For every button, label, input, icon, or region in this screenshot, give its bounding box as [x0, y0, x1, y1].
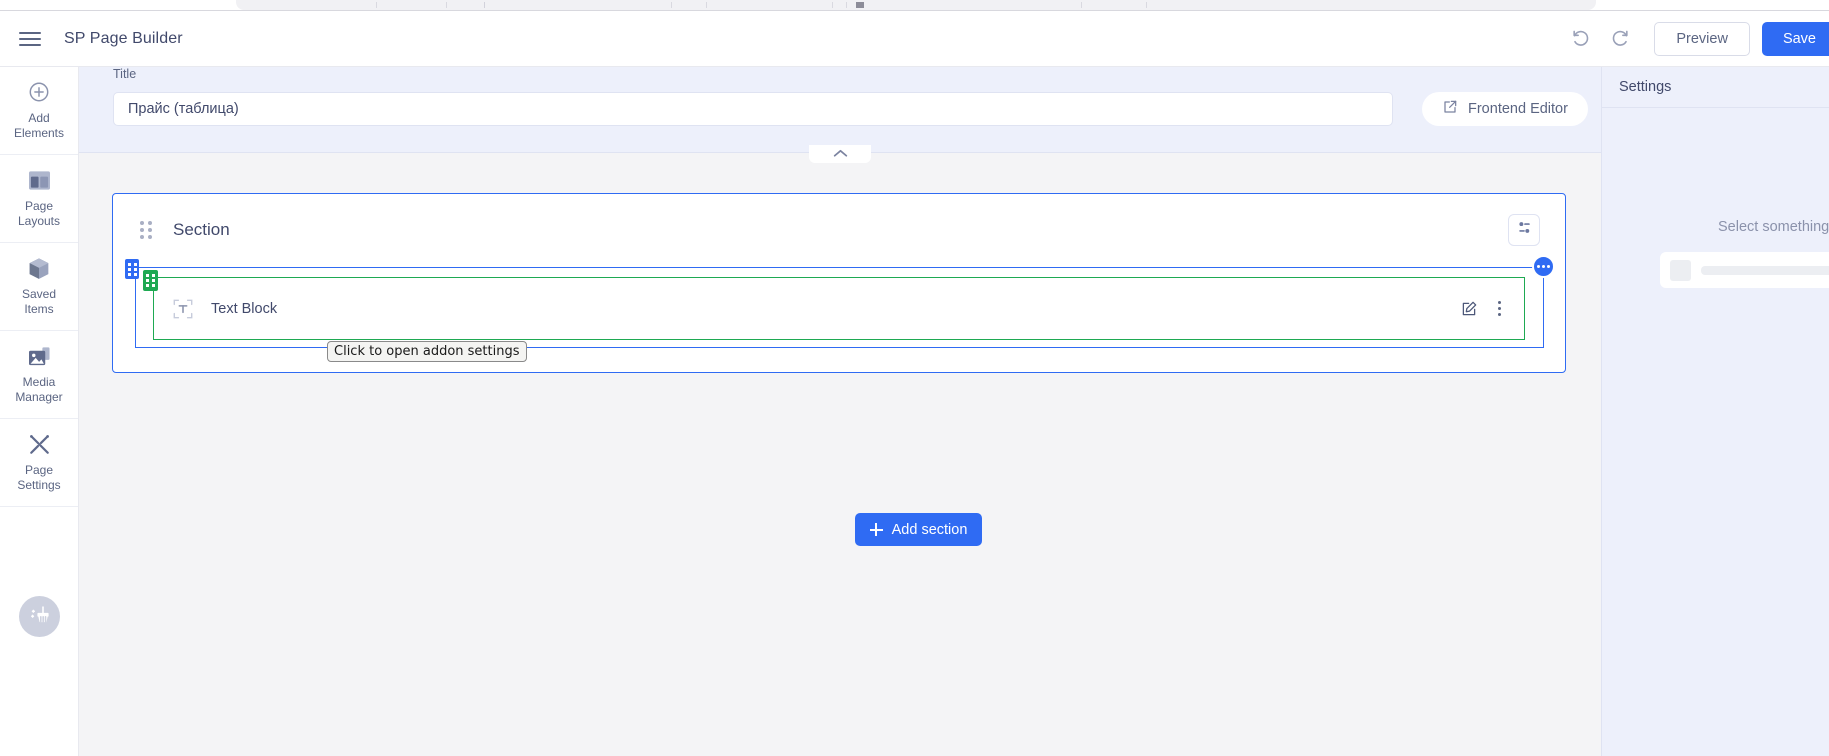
label-line-1: Add — [28, 111, 50, 125]
addon-actions — [1456, 296, 1524, 322]
layout-icon — [28, 168, 51, 192]
label-line-1: Saved — [21, 287, 57, 301]
sliders-icon — [1516, 219, 1533, 241]
undo-icon[interactable] — [1560, 19, 1600, 59]
section-title: Section — [173, 220, 230, 239]
app-title: SP Page Builder — [64, 29, 183, 47]
label-line-2: Items — [24, 302, 54, 316]
settings-panel-title: Settings — [1602, 67, 1829, 108]
section-header: Section — [113, 194, 1565, 266]
label-line-2: Manager — [15, 390, 63, 404]
settings-skeleton-placeholder — [1660, 252, 1829, 288]
column-drag-handle-icon[interactable] — [125, 259, 139, 279]
redo-icon[interactable] — [1600, 19, 1640, 59]
label-line-1: Page — [24, 463, 53, 477]
hamburger-line — [19, 43, 41, 46]
addon-drag-handle-icon[interactable] — [143, 270, 158, 291]
sidebar-item-add-elements[interactable]: Add Elements — [0, 67, 78, 155]
hamburger-menu-icon[interactable] — [13, 22, 47, 56]
save-button[interactable]: Save — [1761, 21, 1829, 56]
builder-canvas: Section Text Block Add section — [79, 153, 1601, 756]
plus-circle-icon — [28, 80, 50, 104]
external-link-icon — [1442, 99, 1458, 119]
hamburger-line — [19, 37, 41, 40]
section-drag-handle-icon[interactable] — [140, 221, 152, 239]
cube-icon — [28, 256, 50, 280]
add-section-button[interactable]: Add section — [855, 513, 982, 546]
skeleton-square — [1670, 259, 1691, 281]
sidebar-item-page-settings[interactable]: Page Settings — [0, 419, 78, 507]
preview-button[interactable]: Preview — [1654, 21, 1750, 56]
app-header: SP Page Builder Preview Save — [0, 11, 1829, 67]
sidebar-item-label: Page Layouts — [18, 199, 60, 229]
label-line-2: Elements — [13, 126, 65, 140]
pencil-square-icon[interactable] — [1456, 296, 1482, 322]
sidebar-item-label: Page Settings — [17, 463, 60, 493]
column-options-badge[interactable] — [1532, 255, 1555, 278]
text-block-icon — [172, 298, 194, 320]
settings-empty-message: Select something to edit — [1718, 219, 1829, 235]
left-sidebar: Add Elements Page Layouts Saved Items Me… — [0, 67, 79, 756]
plus-icon — [869, 523, 883, 536]
addon-block-text-block[interactable]: Text Block — [143, 270, 1525, 340]
header-actions: Preview Save — [1560, 19, 1829, 59]
image-icon — [28, 344, 51, 368]
clean-page-button[interactable] — [19, 596, 60, 637]
add-section-label: Add section — [891, 521, 968, 538]
column-block[interactable]: Text Block — [125, 255, 1555, 348]
frontend-editor-label: Frontend Editor — [1468, 101, 1568, 117]
sidebar-item-page-layouts[interactable]: Page Layouts — [0, 155, 78, 243]
tooltip: Click to open addon settings — [327, 341, 527, 362]
section-settings-button[interactable] — [1508, 214, 1540, 246]
sidebar-item-label: Saved Items — [22, 287, 56, 317]
sidebar-item-saved-items[interactable]: Saved Items — [0, 243, 78, 331]
sidebar-item-label: Add Elements — [14, 111, 64, 141]
settings-panel: Settings Select something to edit — [1601, 67, 1829, 756]
sidebar-item-media-manager[interactable]: Media Manager — [0, 331, 78, 419]
broom-icon — [29, 604, 50, 630]
tools-icon — [28, 432, 51, 456]
addon-name: Text Block — [211, 300, 278, 317]
label-line-1: Page — [24, 199, 54, 213]
vertical-ellipsis-icon[interactable] — [1490, 298, 1508, 320]
collapse-title-bar-button[interactable] — [809, 145, 871, 163]
label-line-2: Layouts — [17, 214, 61, 228]
hamburger-line — [19, 31, 41, 34]
title-field-label: Title — [113, 67, 137, 81]
frontend-editor-button[interactable]: Frontend Editor — [1422, 92, 1588, 126]
label-line-2: Settings — [17, 478, 61, 492]
title-input[interactable]: Прайс (таблица) — [113, 92, 1393, 126]
label-line-1: Media — [22, 375, 56, 389]
title-bar: Title Прайс (таблица) Frontend Editor — [79, 67, 1601, 153]
browser-chrome-chip — [236, 0, 1596, 10]
browser-chrome-strip — [0, 0, 1829, 11]
sidebar-item-label: Media Manager — [15, 375, 62, 405]
skeleton-bar — [1701, 265, 1829, 275]
chevron-up-icon — [833, 145, 848, 163]
browser-chrome-ticks — [236, 2, 1596, 8]
